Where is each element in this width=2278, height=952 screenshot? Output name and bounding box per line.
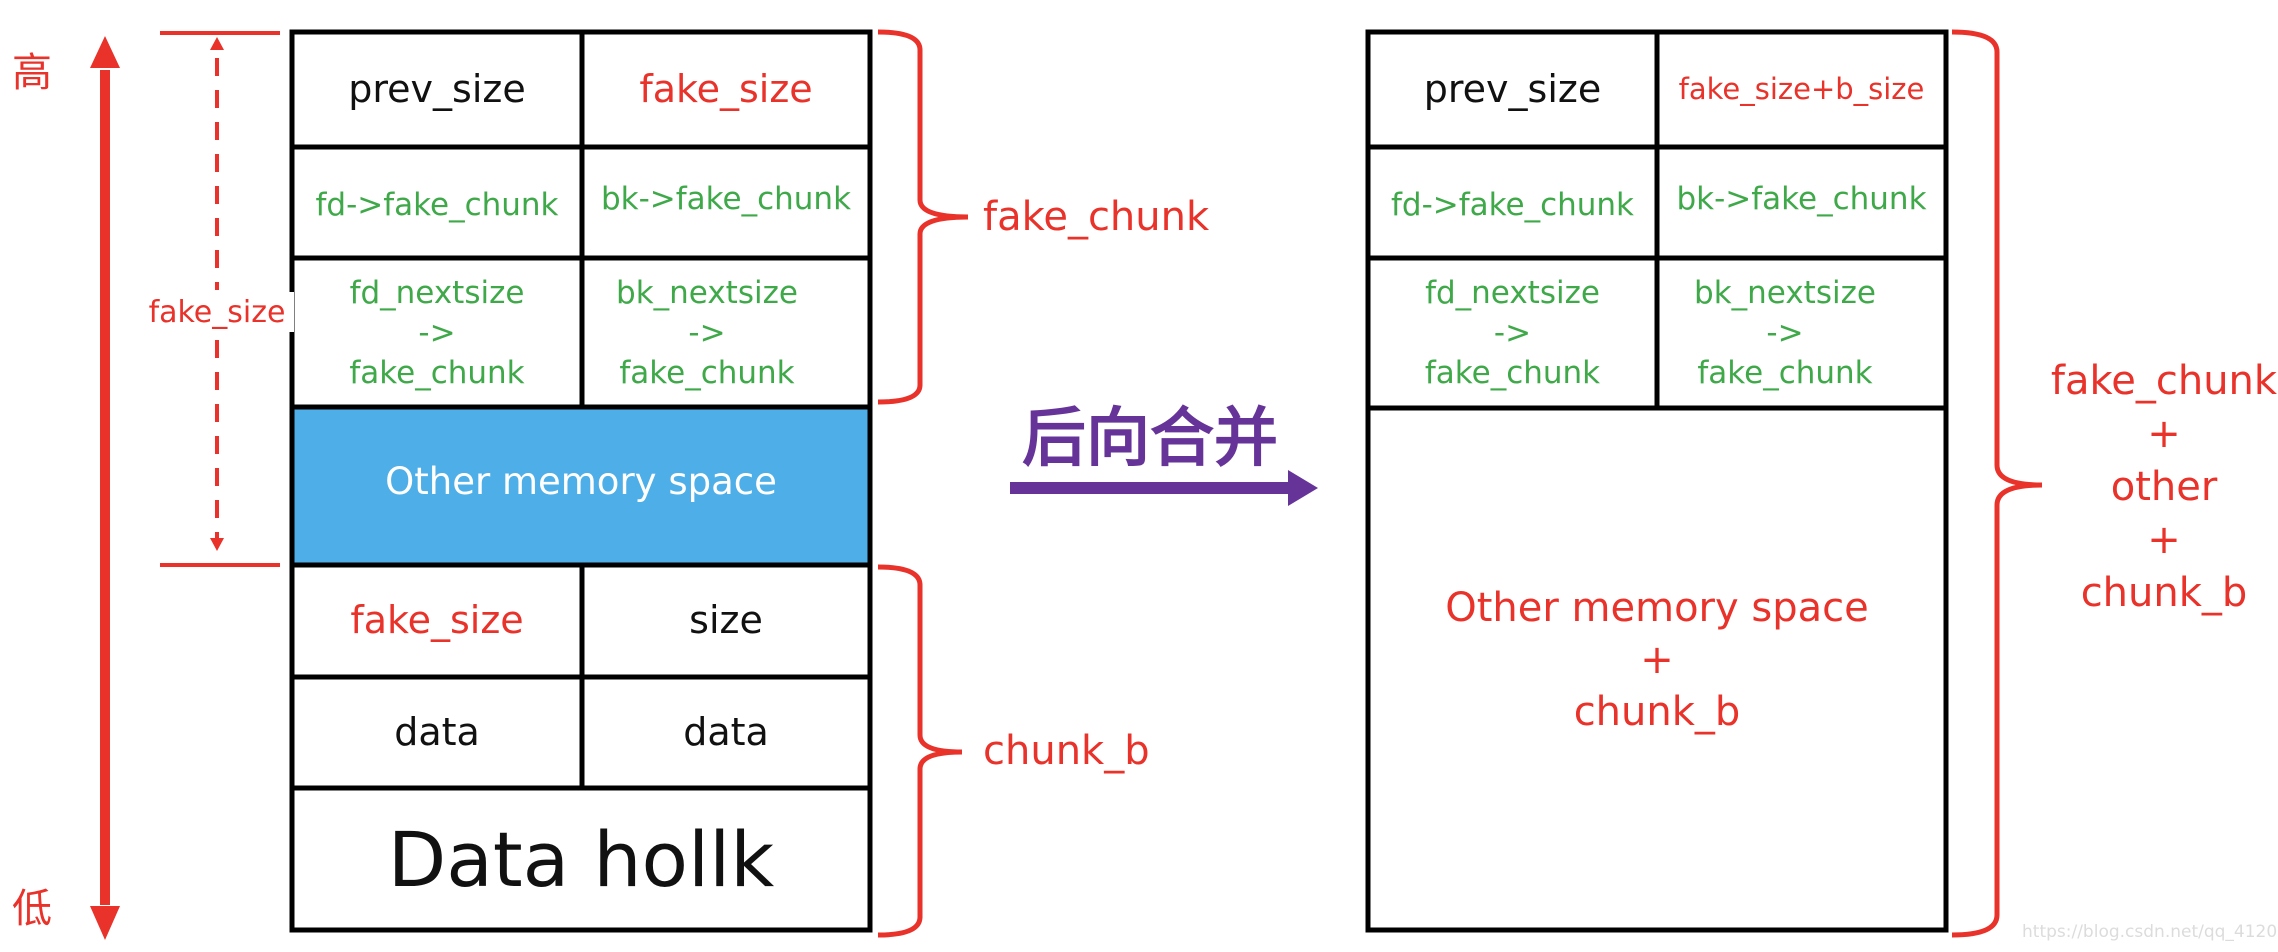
chunk-b-prev-size-cell: fake_size — [350, 598, 524, 643]
right-bk-cell: bk->fake_chunk — [1676, 181, 1927, 218]
arrow-up-head-icon — [90, 36, 120, 68]
line: bk_nextsize — [1694, 275, 1876, 311]
watermark: https://blog.csdn.net/qq_41202237 — [2022, 922, 2278, 942]
left-fd-cell: fd->fake_chunk — [315, 187, 559, 224]
chunk-b-brace — [877, 564, 963, 938]
line: bk_nextsize — [616, 274, 798, 311]
left-fake-size-cell: fake_size — [639, 66, 813, 111]
line: fake_chunk — [1424, 355, 1601, 391]
data-hollk-cell: Data hollk — [387, 814, 775, 904]
line: other — [2110, 464, 2218, 510]
line: fake_chunk — [619, 354, 795, 391]
line: -> — [688, 314, 726, 351]
backward-merge-label: 后向合并 — [1022, 402, 1278, 476]
chunk-b-data-cell-2: data — [683, 709, 769, 754]
right-fd-nextsize-cell: fd_nextsize -> fake_chunk — [1368, 258, 1657, 408]
arrow-down-head-icon — [90, 906, 120, 940]
merged-memory-block: Other memory space + chunk_b — [1368, 580, 1946, 740]
left-fd-nextsize-cell: fd_nextsize -> fake_chunk — [292, 258, 582, 407]
left-bk-cell: bk->fake_chunk — [600, 181, 852, 218]
line: chunk_b — [1573, 689, 1741, 735]
fake-chunk-brace — [877, 29, 969, 405]
line: fd_nextsize — [1425, 275, 1600, 311]
merged-chunk-brace — [1951, 29, 2043, 938]
right-fake-size-b-size-cell: fake_size+b_size — [1678, 72, 1925, 107]
dashed-arrow-down-icon — [210, 538, 224, 551]
line: Other memory space — [1445, 585, 1869, 631]
line: chunk_b — [2080, 570, 2248, 616]
chunk-b-label: chunk_b — [983, 728, 1150, 774]
high-address-label: 高 — [12, 50, 52, 96]
line: + — [1640, 637, 1674, 683]
line: -> — [1493, 315, 1532, 351]
fake-size-span-label: fake_size — [140, 292, 294, 332]
line: -> — [418, 314, 456, 351]
right-prev-size-cell: prev_size — [1423, 66, 1602, 111]
chunk-b-size-cell: size — [689, 598, 763, 643]
dashed-arrow-up-icon — [210, 37, 224, 50]
line: fake_chunk — [1697, 355, 1873, 391]
merged-chunk-label: fake_chunk + other + chunk_b — [2050, 355, 2278, 620]
line: + — [2147, 411, 2181, 457]
left-bk-nextsize-cell: bk_nextsize -> fake_chunk — [572, 258, 842, 407]
line: + — [2147, 517, 2181, 563]
chunk-b-data-cell-1: data — [394, 709, 480, 754]
arrow-right-head-icon — [1288, 470, 1318, 506]
other-memory-space-cell: Other memory space — [385, 459, 777, 503]
left-prev-size-cell: prev_size — [348, 66, 526, 111]
line: -> — [1766, 315, 1804, 351]
right-fd-cell: fd->fake_chunk — [1390, 187, 1635, 224]
line: fake_chunk — [2050, 358, 2278, 404]
low-address-label: 低 — [12, 886, 52, 932]
line: fake_chunk — [349, 354, 525, 391]
line: fd_nextsize — [349, 274, 525, 311]
right-bk-nextsize-cell: bk_nextsize -> fake_chunk — [1647, 258, 1923, 408]
fake-chunk-label: fake_chunk — [983, 194, 1210, 240]
high-low-axis-arrow — [90, 36, 120, 940]
